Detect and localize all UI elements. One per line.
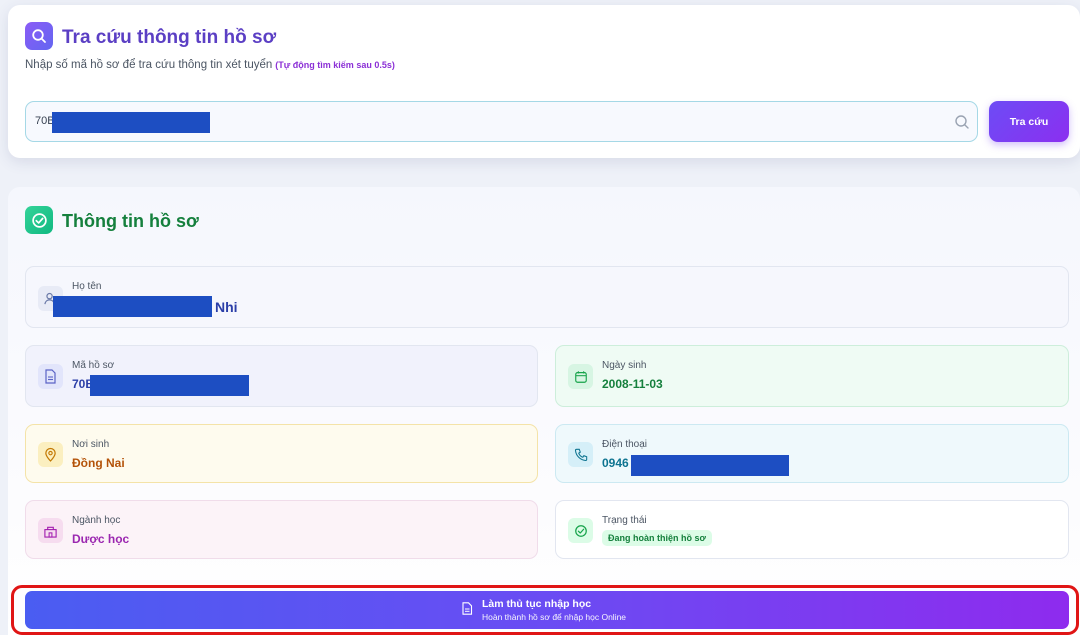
field-code-label: Mã hồ sơ — [72, 360, 115, 371]
field-dob: Ngày sinh 2008-11-03 — [555, 345, 1069, 407]
field-name-label: Họ tên — [72, 281, 102, 292]
field-place-label: Nơi sinh — [72, 439, 110, 450]
check-circle-icon — [25, 206, 53, 234]
search-card: Tra cứu thông tin hồ sơ Nhập số mã hồ sơ… — [8, 5, 1080, 158]
result-title: Thông tin hồ sơ — [62, 211, 199, 231]
field-code: Mã hồ sơ 70B — [25, 345, 538, 407]
field-major-label: Ngành học — [72, 515, 121, 526]
document-icon — [38, 364, 63, 389]
document-icon — [462, 602, 473, 615]
phone-icon — [568, 442, 593, 467]
redacted-block — [631, 455, 789, 476]
field-place: Nơi sinh Đồng Nai — [25, 424, 538, 483]
field-phone-value: 0946 — [602, 456, 629, 470]
search-subtitle: Nhập số mã hồ sơ để tra cứu thông tin xé… — [25, 59, 395, 71]
redacted-block — [90, 375, 249, 396]
school-icon — [38, 518, 63, 543]
search-title: Tra cứu thông tin hồ sơ — [62, 27, 277, 48]
field-phone: Điện thoại 0946 — [555, 424, 1069, 483]
result-card: Thông tin hồ sơ Họ tên Nhi Mã hồ sơ 70B … — [8, 187, 1080, 635]
calendar-icon — [568, 364, 593, 389]
redacted-block — [53, 296, 212, 317]
status-badge: Đang hoàn thiện hồ sơ — [602, 530, 712, 546]
enroll-title: Làm thủ tục nhập học — [482, 598, 592, 610]
field-dob-value: 2008-11-03 — [602, 377, 663, 391]
redacted-block — [52, 112, 210, 133]
search-input[interactable]: 70B — [25, 101, 978, 142]
map-pin-icon — [38, 442, 63, 467]
field-phone-label: Điện thoại — [602, 439, 648, 450]
field-status: Trạng thái Đang hoàn thiện hồ sơ — [555, 500, 1069, 559]
enroll-subtitle: Hoàn thành hồ sơ để nhập học Online — [482, 612, 627, 622]
field-dob-label: Ngày sinh — [602, 360, 647, 371]
field-name: Họ tên Nhi — [25, 266, 1069, 328]
search-subtitle-text: Nhập số mã hồ sơ để tra cứu thông tin xé… — [25, 59, 273, 71]
search-input-icon[interactable] — [954, 114, 970, 130]
enroll-button[interactable]: Làm thủ tục nhập học Hoàn thành hồ sơ để… — [25, 591, 1069, 629]
field-major: Ngành học Dược học — [25, 500, 538, 559]
auto-search-note: (Tự động tìm kiếm sau 0.5s) — [275, 60, 395, 70]
field-place-value: Đồng Nai — [72, 456, 125, 470]
field-major-value: Dược học — [72, 532, 130, 546]
field-status-label: Trạng thái — [602, 515, 647, 526]
field-name-value: Nhi — [215, 299, 238, 315]
search-button[interactable]: Tra cứu — [989, 101, 1069, 142]
check-circle-icon — [568, 518, 593, 543]
search-icon — [25, 22, 53, 50]
